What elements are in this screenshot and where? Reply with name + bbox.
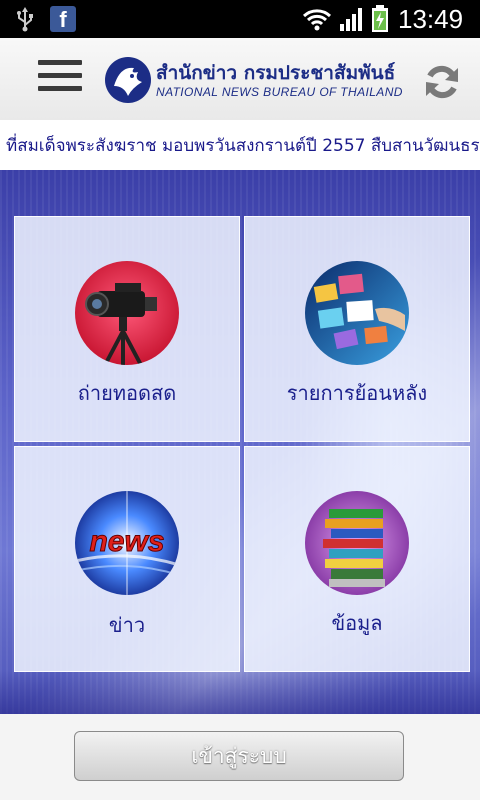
- status-bar: f 13:49: [0, 0, 480, 38]
- app-header: สำนักข่าว กรมประชาสัมพันธ์ NATIONAL NEWS…: [0, 38, 480, 120]
- emblem-icon: [105, 57, 151, 103]
- video-camera-icon: [75, 261, 179, 365]
- battery-charging-icon: [372, 5, 388, 32]
- facebook-icon: f: [50, 6, 76, 32]
- wifi-icon: [302, 9, 332, 31]
- news-logo-text: news: [89, 525, 164, 558]
- bottom-bar: เข้าสู่ระบบ: [0, 714, 480, 800]
- tile-live-label: ถ่ายทอดสด: [77, 381, 177, 405]
- tile-archive-label: รายการย้อนหลัง: [286, 381, 428, 405]
- refresh-icon[interactable]: [420, 60, 464, 104]
- news-icon: news: [75, 491, 179, 595]
- clock: 13:49: [398, 4, 464, 34]
- tile-news[interactable]: news ข่าว: [14, 446, 240, 672]
- main-menu: ถ่ายทอดสด รายการย้อนหลัง news ข่าว ข้อมู…: [0, 170, 480, 714]
- background-shade: [0, 670, 480, 714]
- logo-title-english: NATIONAL NEWS BUREAU OF THAILAND: [156, 85, 403, 99]
- hamburger-menu-icon[interactable]: [38, 60, 82, 100]
- logo-title-thai: สำนักข่าว กรมประชาสัมพันธ์: [156, 62, 396, 84]
- tile-archive[interactable]: รายการย้อนหลัง: [244, 216, 470, 442]
- tile-info-label: ข้อมูล: [331, 611, 383, 635]
- tile-news-label: ข่าว: [108, 613, 146, 637]
- tile-live[interactable]: ถ่ายทอดสด: [14, 216, 240, 442]
- news-ticker[interactable]: ที่สมเด็จพระสังฆราช มอบพรวันสงกรานต์ปี 2…: [0, 120, 480, 170]
- usb-icon: [17, 7, 33, 32]
- ticker-text: ที่สมเด็จพระสังฆราช มอบพรวันสงกรานต์ปี 2…: [6, 136, 480, 156]
- login-button[interactable]: เข้าสู่ระบบ: [74, 731, 404, 781]
- app-logo: สำนักข่าว กรมประชาสัมพันธ์ NATIONAL NEWS…: [104, 56, 404, 106]
- media-screens-icon: [305, 261, 409, 365]
- tile-info[interactable]: ข้อมูล: [244, 446, 470, 672]
- books-icon: [305, 491, 409, 595]
- signal-icon: [340, 8, 362, 31]
